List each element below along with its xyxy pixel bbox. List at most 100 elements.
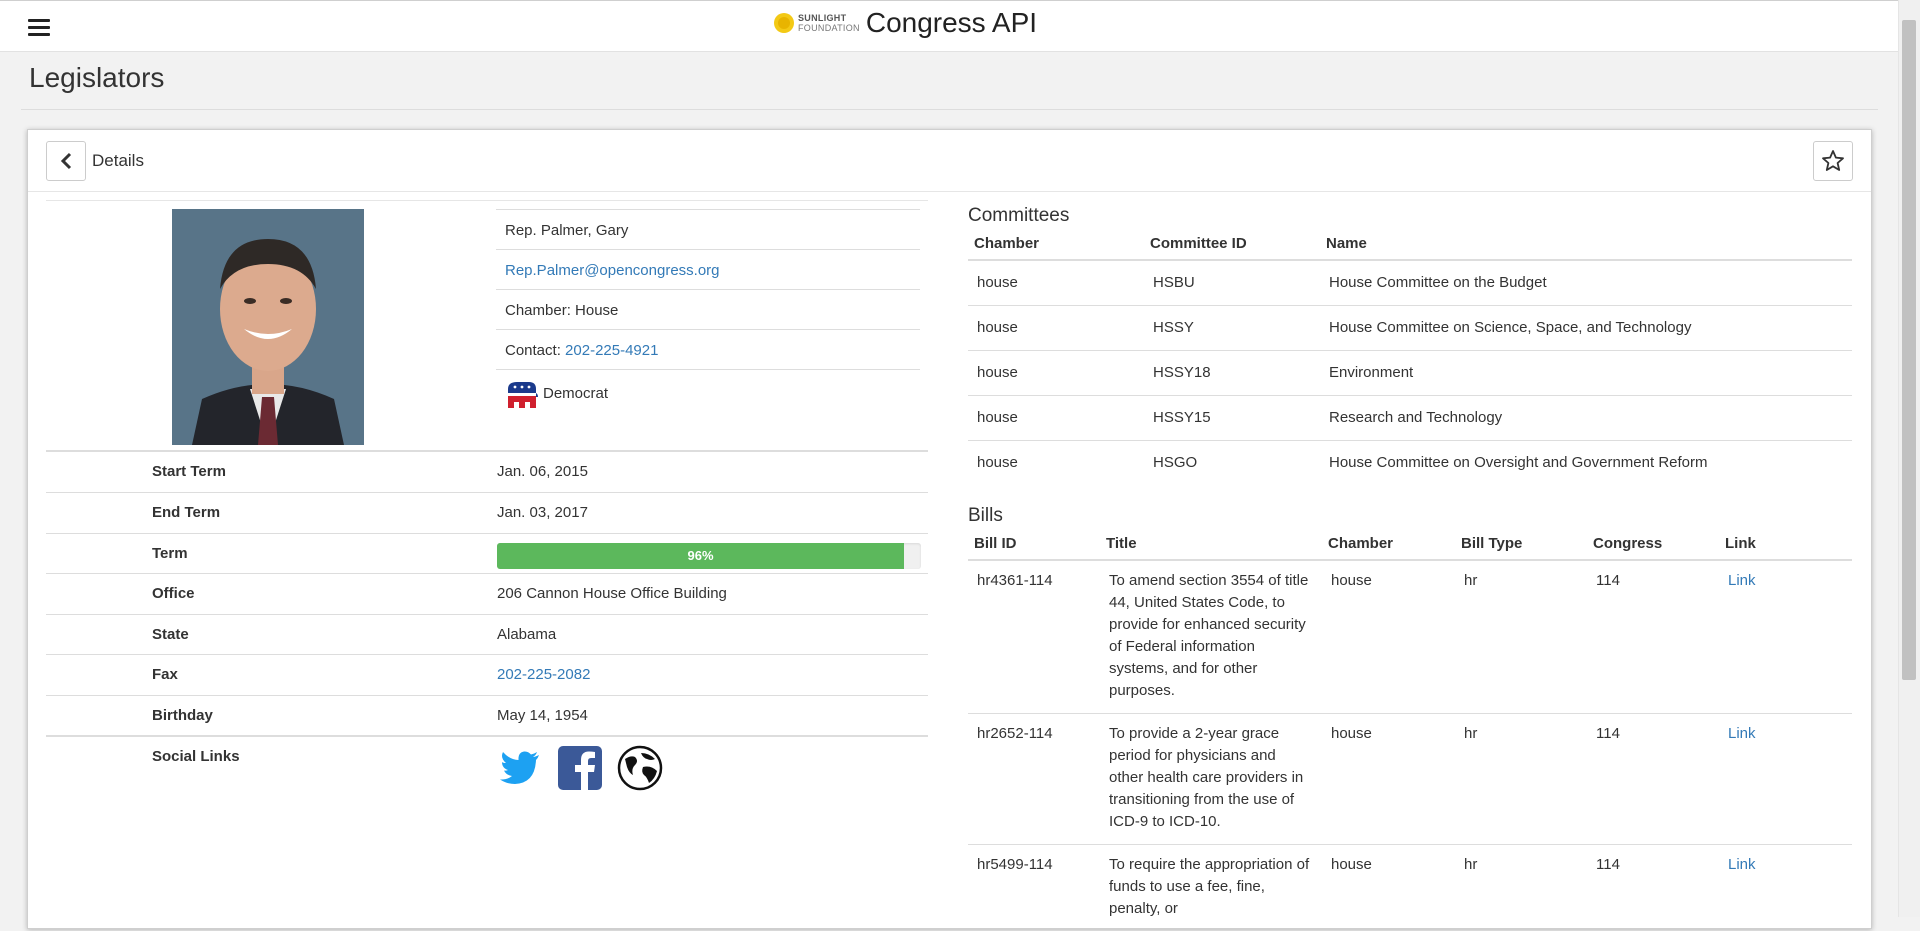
table-row: hr5499-114To require the appropriation o… <box>968 845 1852 931</box>
table-cell: hr <box>1455 560 1587 714</box>
table-cell: hr2652-114 <box>968 714 1100 845</box>
table-cell: House Committee on Oversight and Governm… <box>1320 441 1852 486</box>
back-button[interactable] <box>46 141 86 181</box>
chamber: Chamber: House <box>496 289 920 329</box>
table-cell: house <box>968 260 1144 306</box>
table-row: hr2652-114To provide a 2-year grace peri… <box>968 714 1852 845</box>
table-cell: house <box>968 441 1144 486</box>
column-header: Link <box>1719 531 1852 560</box>
details-table: Start TermJan. 06, 2015 End TermJan. 03,… <box>46 452 928 792</box>
details-panel: Details Rep <box>27 129 1872 929</box>
scrollbar[interactable] <box>1898 0 1920 917</box>
column-header: Bill Type <box>1455 531 1587 560</box>
table-row: StateAlabama <box>46 614 928 655</box>
committees-table: Chamber Committee ID Name houseHSBUHouse… <box>968 231 1852 485</box>
party-label: Democrat <box>543 385 608 402</box>
table-cell: hr <box>1455 714 1587 845</box>
favorite-button[interactable] <box>1813 141 1853 181</box>
column-header: Title <box>1100 531 1322 560</box>
detail-value: May 14, 1954 <box>496 695 928 736</box>
column-header: Chamber <box>1322 531 1455 560</box>
table-cell: House Committee on Science, Space, and T… <box>1320 306 1852 351</box>
detail-value: Jan. 06, 2015 <box>496 452 928 493</box>
table-cell: hr5499-114 <box>968 845 1100 931</box>
table-cell: House Committee on the Budget <box>1320 260 1852 306</box>
right-column: Committees Chamber Committee ID Name hou… <box>968 200 1852 931</box>
social-links <box>497 745 927 791</box>
page-title: Legislators <box>29 62 164 94</box>
table-cell: 114 <box>1587 714 1719 845</box>
table-row: BirthdayMay 14, 1954 <box>46 695 928 736</box>
committees-title: Committees <box>968 205 1852 227</box>
table-cell: house <box>968 351 1144 396</box>
bill-link[interactable]: Link <box>1728 856 1756 873</box>
table-cell: 114 <box>1587 845 1719 931</box>
panel-header: Details <box>28 130 1871 192</box>
globe-icon[interactable] <box>617 745 663 791</box>
app-title: Congress API <box>866 7 1037 39</box>
table-cell: To provide a 2-year grace period for phy… <box>1100 714 1322 845</box>
bills-table: Bill ID Title Chamber Bill Type Congress… <box>968 531 1852 931</box>
table-row: Social Links <box>46 736 928 792</box>
column-header: Name <box>1320 231 1852 260</box>
detail-value: Alabama <box>496 614 928 655</box>
top-bar: SUNLIGHT FOUNDATION Congress API <box>0 0 1898 52</box>
legislator-name: Rep. Palmer, Gary <box>496 209 920 249</box>
twitter-icon[interactable] <box>497 745 543 791</box>
column-header: Congress <box>1587 531 1719 560</box>
detail-key: Start Term <box>46 452 496 493</box>
table-cell: HSSY <box>1144 306 1320 351</box>
sun-icon <box>774 13 794 33</box>
facebook-icon[interactable] <box>557 745 603 791</box>
detail-key: Office <box>46 574 496 615</box>
table-cell: HSSY15 <box>1144 396 1320 441</box>
bills-title: Bills <box>968 505 1852 527</box>
table-cell: house <box>1322 560 1455 714</box>
email-row: Rep.Palmer@opencongress.org <box>496 249 920 289</box>
table-cell: 114 <box>1587 560 1719 714</box>
divider <box>21 109 1878 110</box>
contact-label: Contact: <box>505 342 561 359</box>
table-cell: Research and Technology <box>1320 396 1852 441</box>
info-list: Rep. Palmer, Gary Rep.Palmer@opencongres… <box>496 209 920 427</box>
table-row: Office206 Cannon House Office Building <box>46 574 928 615</box>
scrollbar-thumb[interactable] <box>1902 20 1916 680</box>
table-row: houseHSGOHouse Committee on Oversight an… <box>968 441 1852 486</box>
sunlight-logo: SUNLIGHT FOUNDATION <box>774 13 860 33</box>
term-progress-bar: 96% <box>497 543 904 569</box>
table-cell: hr4361-114 <box>968 560 1100 714</box>
table-cell: house <box>968 396 1144 441</box>
panel-title: Details <box>92 151 144 171</box>
column-header: Committee ID <box>1144 231 1320 260</box>
table-cell: To require the appropriation of funds to… <box>1100 845 1322 931</box>
table-row: houseHSSYHouse Committee on Science, Spa… <box>968 306 1852 351</box>
detail-key: Term <box>46 533 496 574</box>
legislator-photo <box>172 209 364 445</box>
fax-link[interactable]: 202-225-2082 <box>497 666 590 683</box>
table-cell: house <box>1322 845 1455 931</box>
detail-key: State <box>46 614 496 655</box>
table-cell: HSGO <box>1144 441 1320 486</box>
menu-icon[interactable] <box>28 19 50 37</box>
column-header: Chamber <box>968 231 1144 260</box>
detail-key: End Term <box>46 493 496 534</box>
chevron-left-icon <box>59 152 73 170</box>
detail-key: Birthday <box>46 695 496 736</box>
legislator-details: Rep. Palmer, Gary Rep.Palmer@opencongres… <box>46 200 928 792</box>
term-progress: 96% <box>497 543 921 569</box>
table-row: Start TermJan. 06, 2015 <box>46 452 928 493</box>
table-row: houseHSBUHouse Committee on the Budget <box>968 260 1852 306</box>
bill-link[interactable]: Link <box>1728 572 1756 589</box>
table-cell: HSBU <box>1144 260 1320 306</box>
column-header: Bill ID <box>968 531 1100 560</box>
profile-card: Rep. Palmer, Gary Rep.Palmer@opencongres… <box>46 200 928 452</box>
contact-phone-link[interactable]: 202-225-4921 <box>565 342 658 359</box>
bill-link[interactable]: Link <box>1728 725 1756 742</box>
table-row: Fax202-225-2082 <box>46 655 928 696</box>
table-row: End TermJan. 03, 2017 <box>46 493 928 534</box>
email-link[interactable]: Rep.Palmer@opencongress.org <box>505 262 720 279</box>
table-row: Term 96% <box>46 533 928 574</box>
table-cell: To amend section 3554 of title 44, Unite… <box>1100 560 1322 714</box>
table-cell: hr <box>1455 845 1587 931</box>
table-cell: house <box>968 306 1144 351</box>
